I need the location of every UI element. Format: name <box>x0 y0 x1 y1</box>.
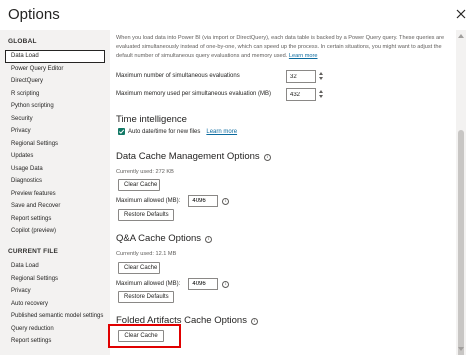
global-nav-list: Data Load Power Query Editor DirectQuery… <box>5 50 105 238</box>
sidebar-item-save-and-recover[interactable]: Save and Recover <box>5 200 105 213</box>
sidebar-item-privacy[interactable]: Privacy <box>5 125 105 138</box>
data-cache-max-input[interactable] <box>188 195 219 207</box>
sidebar-item-file-published-model[interactable]: Published semantic model settings <box>5 310 105 323</box>
sidebar-item-data-load[interactable]: Data Load <box>5 50 105 63</box>
info-icon[interactable]: i <box>263 154 271 161</box>
options-content: When you load data into Power BI (via im… <box>116 30 454 355</box>
sidebar-item-copilot[interactable]: Copilot (preview) <box>5 225 105 238</box>
time-intelligence-learn-more-link[interactable]: Learn more <box>206 129 237 135</box>
sidebar-item-r-scripting[interactable]: R scripting <box>5 88 105 101</box>
qa-cache-max-info-icon[interactable]: i <box>222 280 230 288</box>
sidebar-item-regional-settings[interactable]: Regional Settings <box>5 138 105 151</box>
data-cache-clear-button[interactable]: Clear Cache <box>118 179 160 191</box>
auto-datetime-row: Auto date/time for new files Learn more <box>118 128 237 135</box>
intro-learn-more-link[interactable]: Learn more <box>289 53 318 59</box>
sidebar-item-file-privacy[interactable]: Privacy <box>5 285 105 298</box>
data-cache-restore-defaults-button[interactable]: Restore Defaults <box>118 209 174 221</box>
data-cache-title-text: Data Cache Management Options <box>116 151 260 162</box>
sidebar-item-file-query-reduction[interactable]: Query reduction <box>5 323 105 336</box>
sidebar-item-updates[interactable]: Updates <box>5 150 105 163</box>
sidebar-item-file-auto-recovery[interactable]: Auto recovery <box>5 298 105 311</box>
auto-datetime-checkbox[interactable] <box>118 128 125 135</box>
checkmark-icon <box>118 129 125 134</box>
sidebar-item-diagnostics[interactable]: Diagnostics <box>5 175 105 188</box>
data-cache-currently-used: Currently used: 272 KB <box>116 169 174 175</box>
qa-cache-max-row: Maximum allowed (MB): i <box>116 278 230 290</box>
window-title: Options <box>8 6 60 23</box>
sidebar: GLOBAL Data Load Power Query Editor Dire… <box>0 30 110 355</box>
qa-cache-restore-defaults-button[interactable]: Restore Defaults <box>118 291 174 303</box>
close-icon <box>456 9 466 19</box>
sidebar-item-report-settings[interactable]: Report settings <box>5 213 105 226</box>
info-icon[interactable]: i <box>205 236 213 243</box>
max-memory-label: Maximum memory used per simultaneous eva… <box>116 91 272 97</box>
file-nav-list: Data Load Regional Settings Privacy Auto… <box>5 260 105 348</box>
sidebar-item-directquery[interactable]: DirectQuery <box>5 75 105 88</box>
data-cache-title: Data Cache Management Options i <box>116 151 271 162</box>
sidebar-item-file-report-settings[interactable]: Report settings <box>5 335 105 348</box>
info-icon[interactable]: i <box>250 318 258 325</box>
qa-cache-clear-button[interactable]: Clear Cache <box>118 262 160 274</box>
max-evaluations-spinner[interactable] <box>318 70 324 83</box>
scroll-thumb[interactable] <box>458 130 464 355</box>
max-evaluations-input[interactable] <box>286 70 316 83</box>
title-bar: Options <box>0 0 474 30</box>
qa-cache-currently-used: Currently used: 12.1 MB <box>116 251 177 257</box>
sidebar-item-python-scripting[interactable]: Python scripting <box>5 100 105 113</box>
auto-datetime-label: Auto date/time for new files <box>128 128 201 135</box>
intro-text: When you load data into Power BI (via im… <box>116 35 445 59</box>
sidebar-item-file-regional-settings[interactable]: Regional Settings <box>5 273 105 286</box>
max-evaluations-label: Maximum number of simultaneous evaluatio… <box>116 73 240 79</box>
sidebar-header-global: GLOBAL <box>8 38 37 45</box>
time-intelligence-title: Time intelligence <box>116 114 187 125</box>
data-cache-max-label: Maximum allowed (MB): <box>116 198 181 204</box>
sidebar-header-current-file: CURRENT FILE <box>8 248 59 255</box>
data-cache-max-info-icon[interactable]: i <box>222 197 230 205</box>
qa-cache-max-input[interactable] <box>188 278 219 290</box>
sidebar-item-preview-features[interactable]: Preview features <box>5 188 105 201</box>
sidebar-item-file-data-load[interactable]: Data Load <box>5 260 105 273</box>
vertical-scrollbar[interactable] <box>456 30 466 355</box>
qa-cache-title: Q&A Cache Options i <box>116 233 213 244</box>
sidebar-item-usage-data[interactable]: Usage Data <box>5 163 105 176</box>
close-button[interactable] <box>454 7 468 21</box>
qa-cache-max-label: Maximum allowed (MB): <box>116 281 181 287</box>
data-cache-max-row: Maximum allowed (MB): i <box>116 195 230 207</box>
max-memory-spinner[interactable] <box>318 88 324 101</box>
scroll-up-icon[interactable] <box>458 34 464 38</box>
scroll-down-icon[interactable] <box>458 347 464 351</box>
sidebar-item-power-query-editor[interactable]: Power Query Editor <box>5 63 105 76</box>
qa-cache-title-text: Q&A Cache Options <box>116 233 202 244</box>
highlight-box <box>108 324 181 348</box>
max-memory-input[interactable] <box>286 88 316 101</box>
sidebar-item-security[interactable]: Security <box>5 113 105 126</box>
intro-paragraph: When you load data into Power BI (via im… <box>116 34 446 61</box>
